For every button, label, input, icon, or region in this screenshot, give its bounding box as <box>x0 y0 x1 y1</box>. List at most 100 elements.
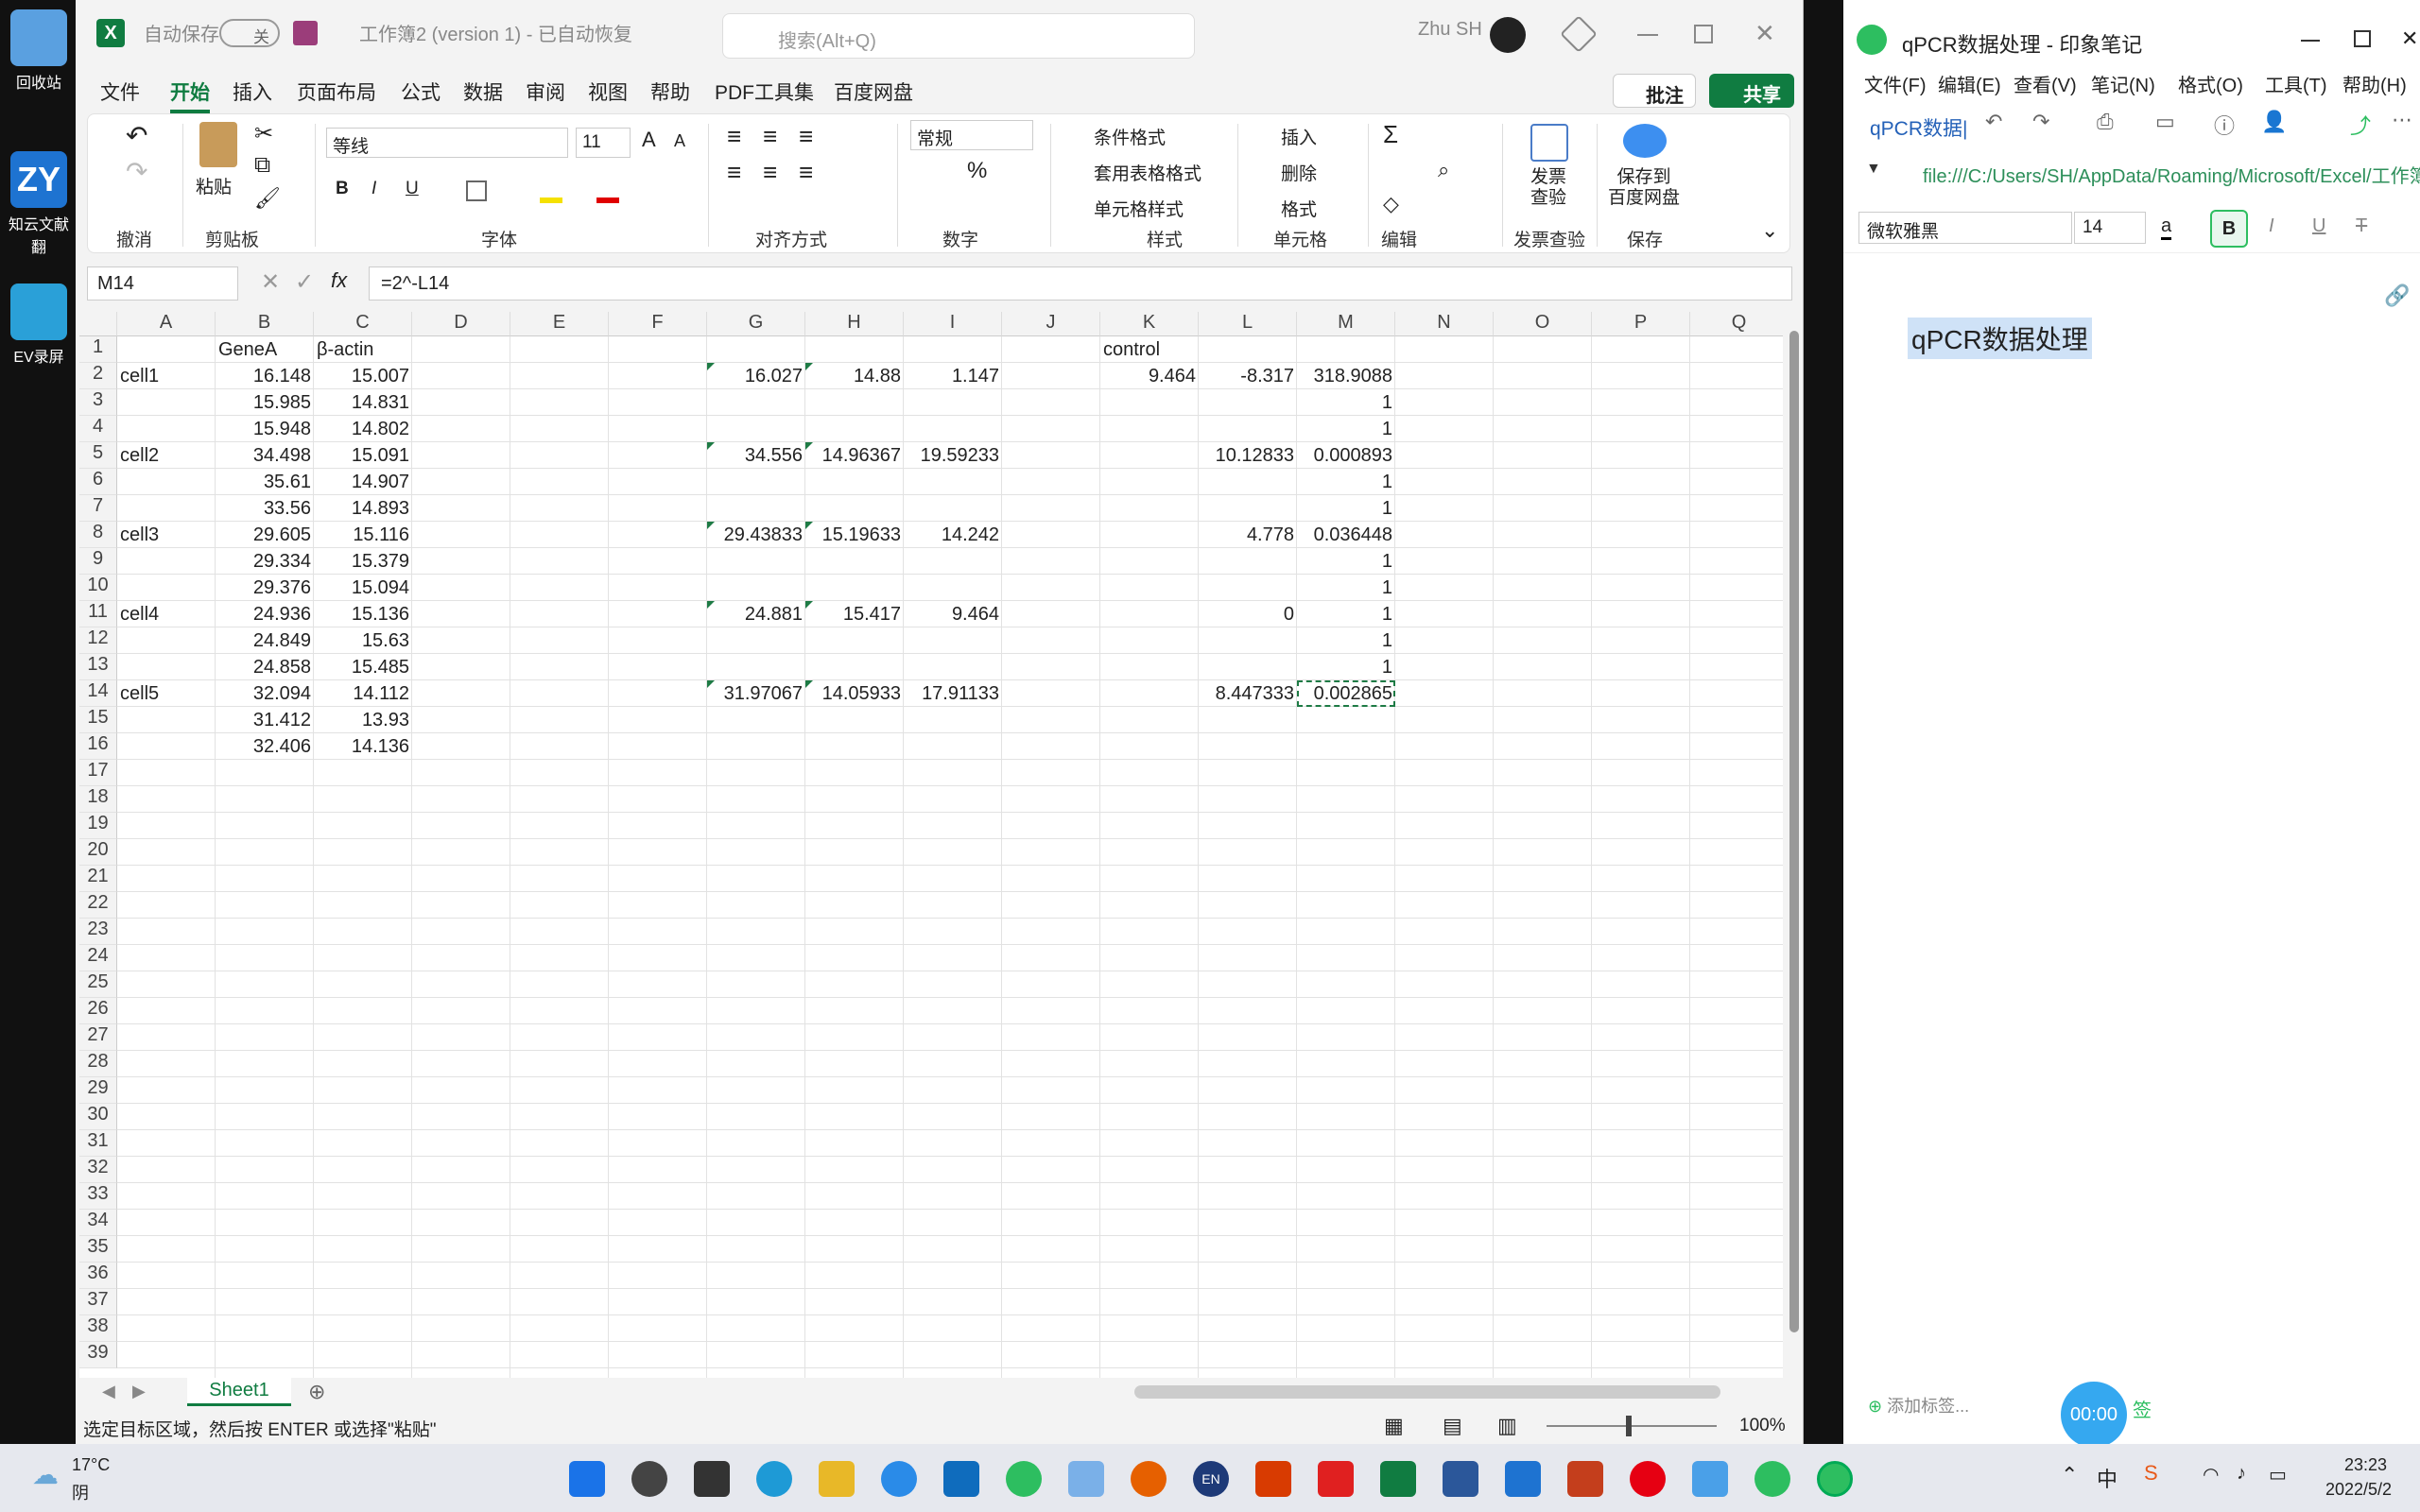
delete-cells-button[interactable]: 删除 <box>1281 160 1317 185</box>
cell-I14[interactable]: 17.91133 <box>904 680 1002 707</box>
cell-M8[interactable]: 0.036448 <box>1297 522 1395 548</box>
start-icon[interactable] <box>569 1461 605 1497</box>
menu-home[interactable]: 开始 <box>170 77 210 113</box>
name-box[interactable]: M14 <box>87 266 238 301</box>
paste-label[interactable]: 粘贴 <box>196 173 232 198</box>
row-header[interactable]: 4 <box>79 416 117 442</box>
menu-baidu[interactable]: 百度网盘 <box>834 77 913 106</box>
row-header[interactable]: 18 <box>79 786 117 813</box>
undo-icon[interactable]: ↶ <box>126 120 147 151</box>
cell-H2[interactable]: 14.88 <box>805 363 904 389</box>
row-header[interactable]: 16 <box>79 733 117 760</box>
invoice-check-label[interactable]: 发票 查验 <box>1530 167 1566 209</box>
cell-C14[interactable]: 14.112 <box>314 680 412 707</box>
size-select[interactable]: 14 <box>2074 212 2146 244</box>
formula-input[interactable]: =2^-L14 <box>369 266 1792 301</box>
column-header[interactable]: M <box>1297 312 1395 336</box>
save-baidu-label[interactable]: 保存到 百度网盘 <box>1608 167 1680 209</box>
cell-C9[interactable]: 15.379 <box>314 548 412 575</box>
battery-icon[interactable]: ▭ <box>2269 1463 2287 1486</box>
select-all-corner[interactable] <box>79 312 117 336</box>
cell-A8[interactable]: cell3 <box>117 522 162 548</box>
undo-icon[interactable]: ↶ <box>1985 110 2002 134</box>
cell-L11[interactable]: 0 <box>1199 601 1297 627</box>
row-header[interactable]: 31 <box>79 1130 117 1157</box>
menu-page-layout[interactable]: 页面布局 <box>297 77 376 106</box>
menu-file[interactable]: 文件 <box>100 77 140 106</box>
align-center-icon[interactable]: ≡ <box>763 158 777 187</box>
cell-H11[interactable]: 15.417 <box>805 601 904 627</box>
minimize-icon[interactable] <box>2301 40 2320 42</box>
edge-icon[interactable] <box>756 1461 792 1497</box>
row-header[interactable]: 10 <box>79 575 117 601</box>
cut-icon[interactable]: ✂ <box>254 120 273 147</box>
cell-K2[interactable]: 9.464 <box>1100 363 1199 389</box>
word-icon[interactable] <box>1443 1461 1478 1497</box>
cell-B15[interactable]: 31.412 <box>216 707 314 733</box>
column-header[interactable]: I <box>904 312 1002 336</box>
powerpoint-icon[interactable] <box>1567 1461 1603 1497</box>
clock-date[interactable]: 2022/5/2 <box>2325 1480 2392 1500</box>
timer-badge[interactable]: 00:00 <box>2061 1382 2127 1448</box>
row-header[interactable]: 38 <box>79 1315 117 1342</box>
search-icon[interactable] <box>631 1461 667 1497</box>
cell-L14[interactable]: 8.447333 <box>1199 680 1297 707</box>
confirm-icon[interactable]: ✓ <box>295 268 314 296</box>
underline-button[interactable]: U <box>2312 215 2325 237</box>
number-format-select[interactable]: 常规 <box>910 120 1033 150</box>
function-icon[interactable]: fx <box>331 268 347 293</box>
cell-A14[interactable]: cell5 <box>117 680 162 707</box>
menu-data[interactable]: 数据 <box>463 77 503 106</box>
zhiyun-taskbar-icon[interactable] <box>1505 1461 1541 1497</box>
row-header[interactable]: 26 <box>79 998 117 1024</box>
cell-I2[interactable]: 1.147 <box>904 363 1002 389</box>
copy-icon[interactable]: ⧉ <box>254 152 270 179</box>
row-header[interactable]: 11 <box>79 601 117 627</box>
cell-A2[interactable]: cell1 <box>117 363 162 389</box>
find-icon[interactable]: ⌕ <box>1438 158 1449 182</box>
row-header[interactable]: 5 <box>79 442 117 469</box>
chevron-down-icon[interactable]: ▼ <box>1866 161 1881 178</box>
column-header[interactable]: F <box>609 312 707 336</box>
cell-M2[interactable]: 318.9088 <box>1297 363 1395 389</box>
weather-temp[interactable]: 17°C <box>72 1455 110 1475</box>
font-color-icon[interactable] <box>596 198 619 203</box>
cell-B13[interactable]: 24.858 <box>216 654 314 680</box>
column-header[interactable]: P <box>1592 312 1690 336</box>
column-header[interactable]: J <box>1002 312 1100 336</box>
wps-icon[interactable] <box>1318 1461 1354 1497</box>
row-header[interactable]: 19 <box>79 813 117 839</box>
row-header[interactable]: 24 <box>79 945 117 971</box>
format-cells-button[interactable]: 格式 <box>1281 196 1317 221</box>
cell-H5[interactable]: 14.96367 <box>805 442 904 469</box>
cell-K1[interactable]: control <box>1100 336 1163 363</box>
column-header[interactable]: N <box>1395 312 1494 336</box>
fill-color-icon[interactable] <box>540 198 562 203</box>
align-middle-icon[interactable]: ≡ <box>763 122 777 151</box>
row-header[interactable]: 17 <box>79 760 117 786</box>
present-icon[interactable]: ▭ <box>2155 110 2175 134</box>
en-menu-tools[interactable]: 工具(T) <box>2265 70 2327 97</box>
cell-B11[interactable]: 24.936 <box>216 601 314 627</box>
link-icon[interactable]: 🔗 <box>2384 284 2410 308</box>
zoom-level[interactable]: 100% <box>1739 1416 1786 1436</box>
cell-M4[interactable]: 1 <box>1297 416 1395 442</box>
firefox-icon[interactable] <box>1131 1461 1167 1497</box>
redo-icon[interactable]: ↷ <box>2032 110 2049 134</box>
cell-M6[interactable]: 1 <box>1297 469 1395 495</box>
column-header[interactable]: E <box>510 312 609 336</box>
row-header[interactable]: 14 <box>79 680 117 707</box>
cell-L2[interactable]: -8.317 <box>1199 363 1297 389</box>
column-header[interactable]: H <box>805 312 904 336</box>
horizontal-scrollbar[interactable] <box>1134 1385 1720 1399</box>
comments-button[interactable]: 批注 <box>1613 74 1696 108</box>
clear-icon[interactable]: ◇ <box>1383 192 1399 216</box>
row-header[interactable]: 27 <box>79 1024 117 1051</box>
cell-H8[interactable]: 15.19633 <box>805 522 904 548</box>
row-header[interactable]: 7 <box>79 495 117 522</box>
align-left-icon[interactable]: ≡ <box>727 158 741 187</box>
share-button[interactable]: 共享 <box>1709 74 1794 108</box>
cell-C11[interactable]: 15.136 <box>314 601 412 627</box>
menu-insert[interactable]: 插入 <box>233 77 272 106</box>
netease-music-icon[interactable] <box>1630 1461 1666 1497</box>
